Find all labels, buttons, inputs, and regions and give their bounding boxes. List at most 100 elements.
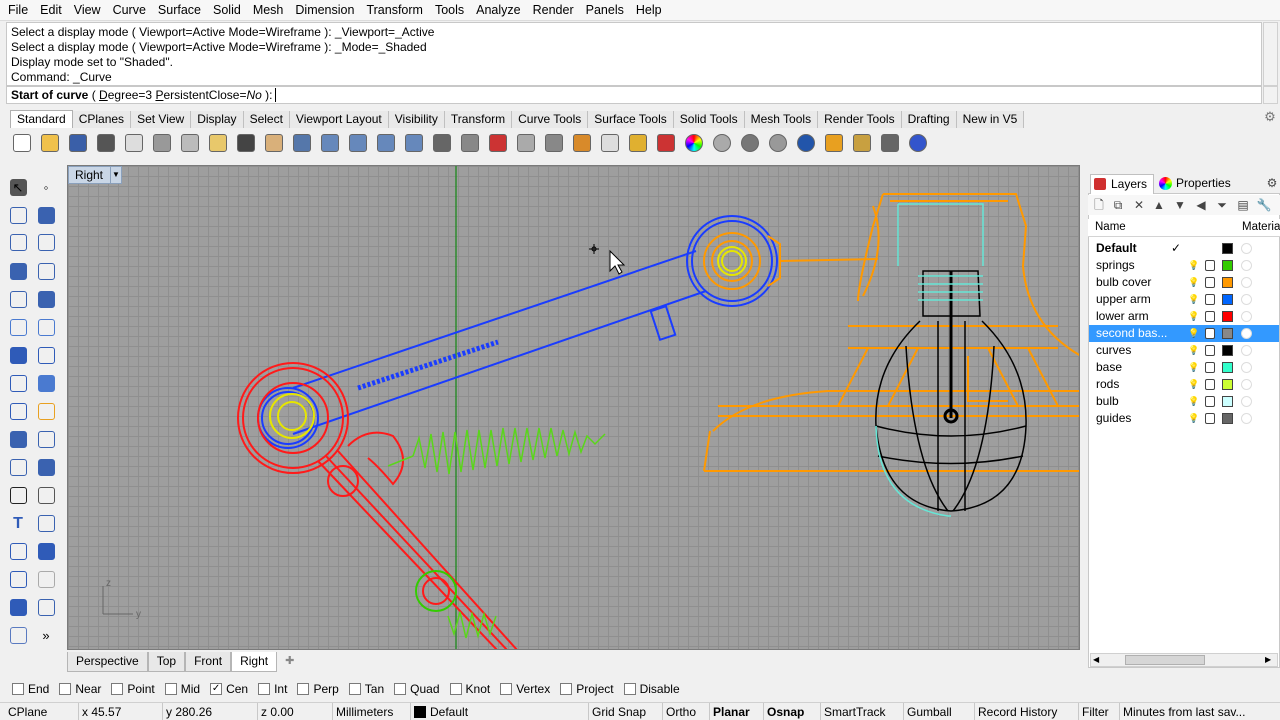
layer-color-swatch[interactable] xyxy=(1222,260,1233,271)
point-icon[interactable]: ◦ xyxy=(34,175,58,199)
boolean-icon[interactable] xyxy=(6,399,30,423)
layer-material-icon[interactable] xyxy=(1241,413,1252,424)
layer-icon[interactable] xyxy=(652,129,680,157)
osnap-project[interactable]: Project xyxy=(560,682,614,696)
mirror-icon[interactable] xyxy=(34,539,58,563)
cut-icon[interactable] xyxy=(148,129,176,157)
help-icon[interactable] xyxy=(904,129,932,157)
layer-color-swatch[interactable] xyxy=(1222,413,1233,424)
chamfer-icon[interactable] xyxy=(34,483,58,507)
option-degree[interactable]: egree=3 xyxy=(108,88,156,102)
status-ortho[interactable]: Ortho xyxy=(662,703,699,720)
scroll-right-icon[interactable]: ▶ xyxy=(1265,655,1275,665)
more-icon[interactable] xyxy=(6,623,30,647)
layer-name[interactable]: rods xyxy=(1096,376,1119,393)
move-parent-icon[interactable]: ◀ xyxy=(1193,197,1209,213)
osnap-checkbox[interactable] xyxy=(111,683,124,695)
move-view-icon[interactable] xyxy=(288,129,316,157)
menu-file[interactable]: File xyxy=(2,0,34,20)
delete-layer-icon[interactable]: ✕ xyxy=(1131,197,1147,213)
light-icon[interactable] xyxy=(596,129,624,157)
open-icon[interactable] xyxy=(36,129,64,157)
surface-icon[interactable] xyxy=(6,315,30,339)
command-history-scrollbar[interactable] xyxy=(1263,22,1278,86)
status-cplane[interactable]: CPlane xyxy=(5,703,50,720)
layer-row[interactable]: second bas... 💡 xyxy=(1089,325,1279,342)
split-icon[interactable] xyxy=(34,427,58,451)
layer-lock-icon[interactable] xyxy=(1205,362,1215,373)
menu-panels[interactable]: Panels xyxy=(580,0,630,20)
layer-states-icon[interactable]: ▤ xyxy=(1235,197,1251,213)
layer-row[interactable]: upper arm 💡 xyxy=(1089,291,1279,308)
layer-row[interactable]: bulb 💡 xyxy=(1089,393,1279,410)
layer-name[interactable]: base xyxy=(1096,359,1122,376)
layer-color-swatch[interactable] xyxy=(1222,277,1233,288)
layer-color-swatch[interactable] xyxy=(1222,243,1233,254)
car-icon[interactable] xyxy=(484,129,512,157)
toolbar-tab-new-in-v5[interactable]: New in V5 xyxy=(956,111,1025,128)
toolbar-tab-mesh-tools[interactable]: Mesh Tools xyxy=(744,111,819,128)
layer-material-icon[interactable] xyxy=(1241,362,1252,373)
osnap-vertex[interactable]: Vertex xyxy=(500,682,550,696)
settings-gear-icon[interactable] xyxy=(848,129,876,157)
layer-material-icon[interactable] xyxy=(1241,379,1252,390)
fillet-icon[interactable] xyxy=(6,483,30,507)
text-icon[interactable]: T xyxy=(6,511,30,535)
cylinder-icon[interactable] xyxy=(6,371,30,395)
layer-row[interactable]: bulb cover 💡 xyxy=(1089,274,1279,291)
menu-curve[interactable]: Curve xyxy=(107,0,152,20)
ellipse-icon[interactable] xyxy=(34,230,58,254)
layer-color-swatch[interactable] xyxy=(1222,345,1233,356)
layer-row[interactable]: lower arm 💡 xyxy=(1089,308,1279,325)
toolbar-tab-surface-tools[interactable]: Surface Tools xyxy=(588,111,674,128)
options-icon[interactable] xyxy=(876,129,904,157)
extrude-icon[interactable] xyxy=(34,315,58,339)
toolbar-tab-set-view[interactable]: Set View xyxy=(131,111,192,128)
viewport-tab-top[interactable]: Top xyxy=(147,651,186,672)
layer-lock-icon[interactable] xyxy=(1205,328,1215,339)
viewport-tab-perspective[interactable]: Perspective xyxy=(67,651,148,672)
menu-view[interactable]: View xyxy=(68,0,107,20)
column-name[interactable]: Name xyxy=(1095,221,1126,233)
viewport-tab-front[interactable]: Front xyxy=(185,651,232,672)
toolbar-tab-visibility[interactable]: Visibility xyxy=(388,111,445,128)
filter-icon[interactable]: ⏷ xyxy=(1214,197,1230,213)
paste-icon[interactable] xyxy=(204,129,232,157)
osnap-int[interactable]: Int xyxy=(258,682,287,696)
osnap-checkbox[interactable] xyxy=(394,683,407,695)
osnap-checkbox[interactable] xyxy=(258,683,271,695)
layer-visibility-bulb-icon[interactable]: 💡 xyxy=(1188,395,1199,407)
dimension-icon[interactable] xyxy=(34,511,58,535)
layer-row[interactable]: Default ✓ xyxy=(1089,240,1279,257)
add-viewport-tab-icon[interactable]: ✚ xyxy=(277,652,302,671)
osnap-checkbox[interactable] xyxy=(500,683,513,695)
osnap-checkbox[interactable] xyxy=(623,683,636,695)
menu-render[interactable]: Render xyxy=(527,0,580,20)
osnap-checkbox[interactable] xyxy=(164,683,177,695)
new-sublayer-icon[interactable]: ⧉ xyxy=(1110,197,1126,213)
osnap-near[interactable]: Near xyxy=(59,682,101,696)
toolbar-tab-display[interactable]: Display xyxy=(191,111,244,128)
layer-color-swatch[interactable] xyxy=(1222,311,1233,322)
layer-visibility-bulb-icon[interactable]: 💡 xyxy=(1188,310,1199,322)
menu-edit[interactable]: Edit xyxy=(34,0,68,20)
layer-lock-icon[interactable] xyxy=(1205,311,1215,322)
scale-icon[interactable] xyxy=(34,595,58,619)
toolbar-tab-standard[interactable]: Standard xyxy=(10,110,73,128)
layer-color-swatch[interactable] xyxy=(1222,362,1233,373)
scroll-left-icon[interactable]: ◀ xyxy=(1093,655,1103,665)
option-degree-key[interactable]: D xyxy=(99,88,108,102)
viewport-right[interactable]: z y xyxy=(67,165,1080,650)
sphere-icon[interactable] xyxy=(34,343,58,367)
osnap-end[interactable]: End xyxy=(12,682,49,696)
layer-lock-icon[interactable] xyxy=(1205,294,1215,305)
camera-icon[interactable] xyxy=(540,129,568,157)
command-line-scrollbar[interactable] xyxy=(1263,86,1278,104)
layer-lock-icon[interactable] xyxy=(1205,413,1215,424)
zoom-selected-icon[interactable] xyxy=(400,129,428,157)
menu-transform[interactable]: Transform xyxy=(360,0,429,20)
toolbar-tab-curve-tools[interactable]: Curve Tools xyxy=(512,111,589,128)
status-smarttrack[interactable]: SmartTrack xyxy=(820,703,889,720)
option-persistentclose-value[interactable]: No xyxy=(247,88,262,102)
layer-lock-icon[interactable] xyxy=(1205,345,1215,356)
